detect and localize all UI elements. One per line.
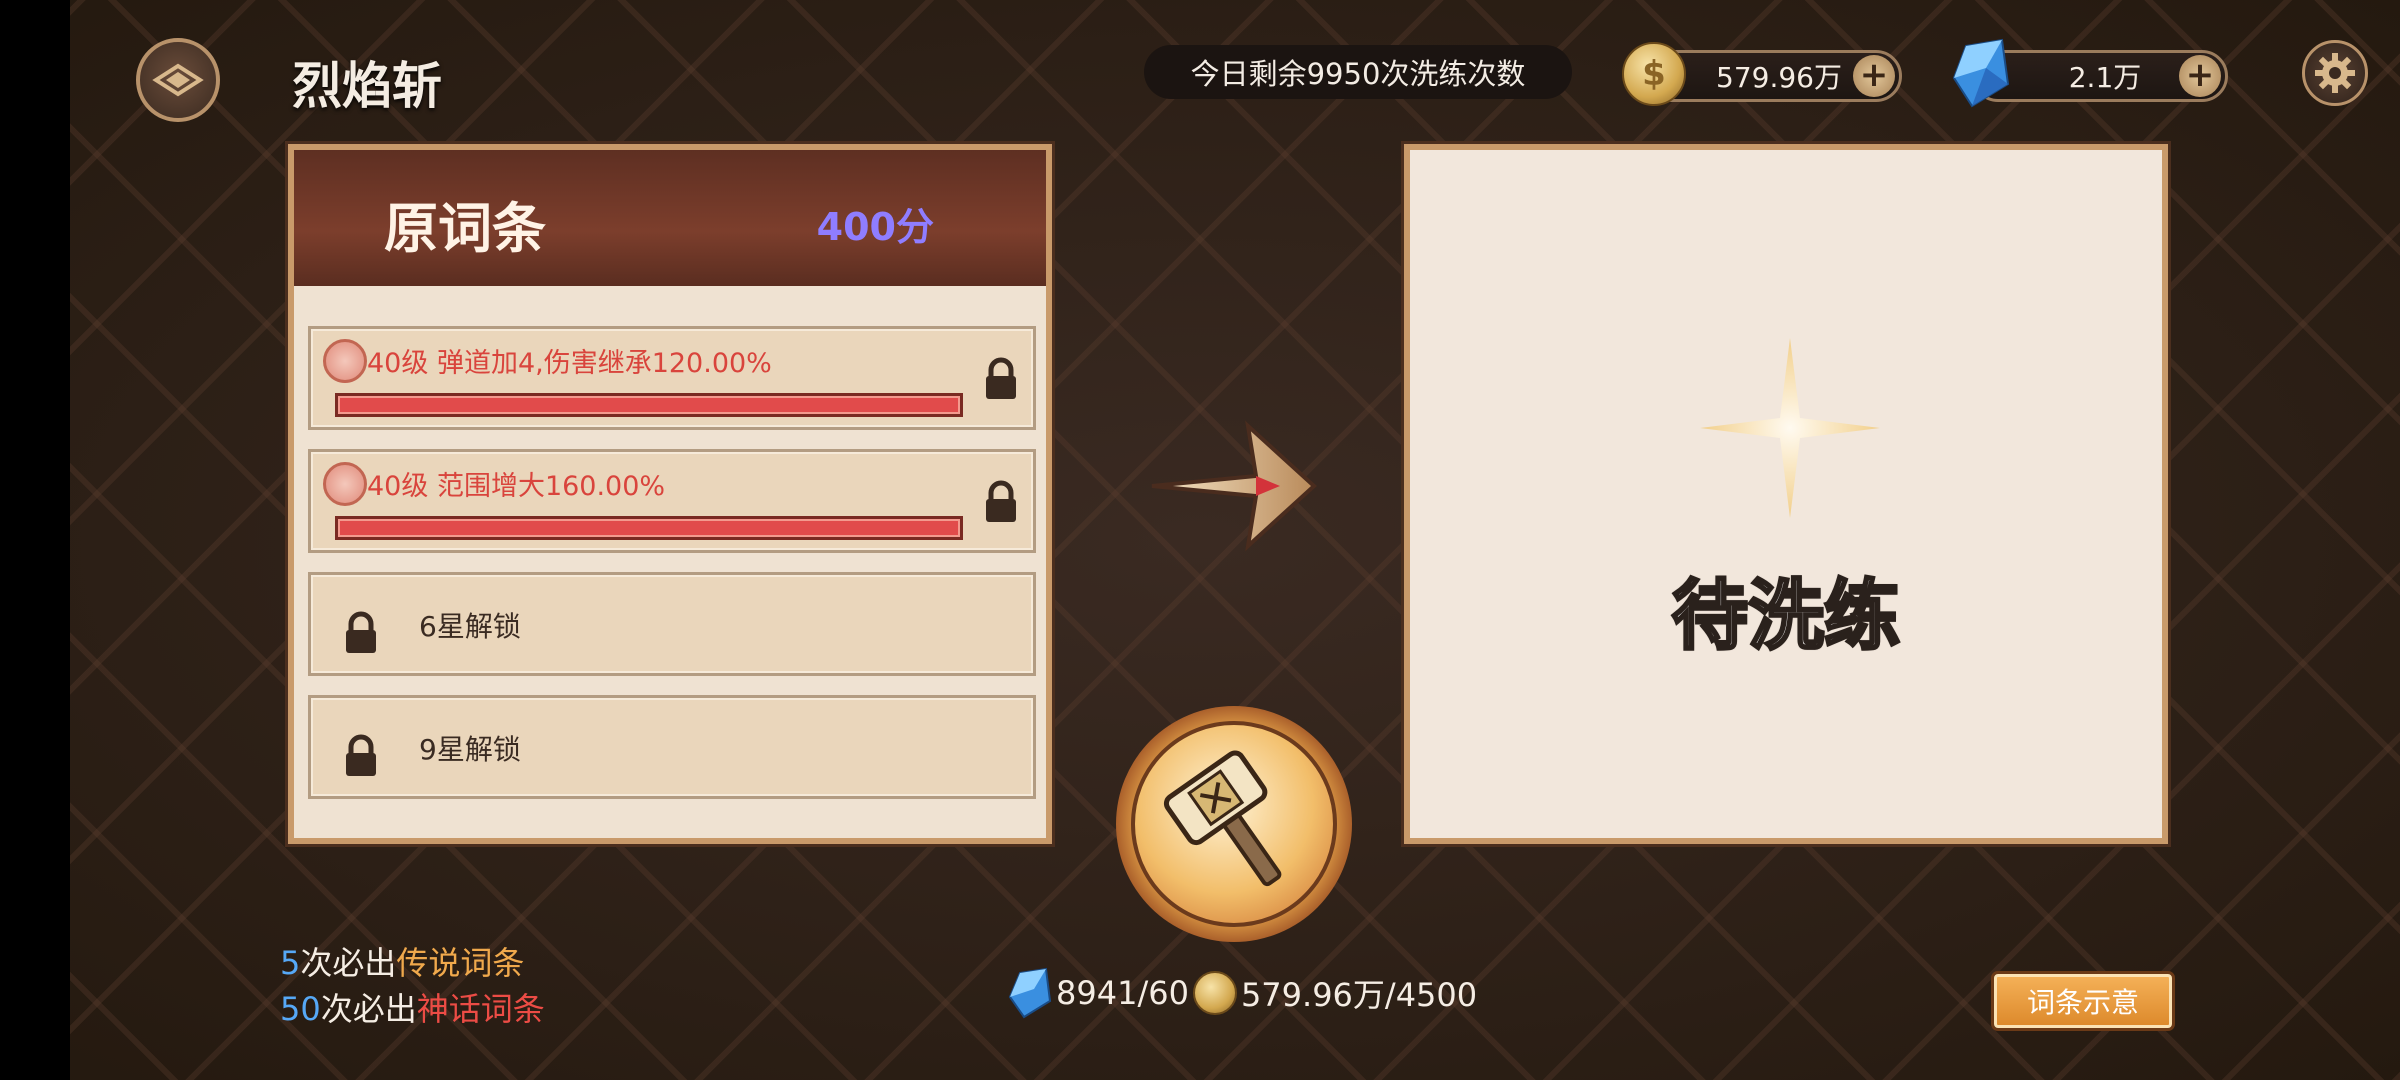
affix-progress-bar — [335, 516, 963, 540]
gem-icon — [1952, 38, 2010, 108]
myth-pity-count: 50 — [280, 990, 321, 1028]
myth-guarantee-text: 50次必出神话词条 — [280, 984, 545, 1030]
unlock-condition: 9星解锁 — [419, 733, 521, 766]
affix-description: 40级 弹道加4,伤害继承120.00% — [367, 348, 772, 379]
affix-row-2[interactable]: 40级 范围增大160.00% — [308, 449, 1036, 553]
affix-row-4-locked: 9星解锁 — [308, 695, 1036, 799]
hammer-icon — [1163, 750, 1282, 887]
affix-score: 400分 — [816, 205, 934, 249]
affix-row-1[interactable]: 40级 弹道加4,伤害继承120.00% — [308, 326, 1036, 430]
lock-icon[interactable] — [983, 480, 1019, 524]
legend-pity-count: 5 — [280, 944, 301, 982]
lock-icon — [346, 611, 376, 653]
refine-button[interactable] — [1116, 706, 1352, 942]
refine-cost: 8941/60 579.96万/4500 — [1008, 966, 1477, 1020]
gem-currency-bar: 2.1万 + — [1972, 50, 2228, 102]
coin-icon — [1192, 971, 1237, 1015]
guarantee-phrase: 次必出 — [300, 944, 397, 982]
refine-result-panel: 待洗练 — [1404, 144, 2168, 844]
gem-amount: 2.1万 — [2068, 61, 2142, 94]
affix-quality-badge-icon — [323, 339, 367, 383]
original-affix-title: 原词条 — [384, 197, 546, 260]
affix-description: 40级 范围增大160.00% — [367, 471, 666, 502]
affix-quality-badge-icon — [323, 462, 367, 506]
pending-refine-label: 待洗练 — [1671, 570, 1902, 662]
original-affix-header: 原词条 400分 — [294, 150, 1046, 286]
daily-refine-count: 今日剩余9950次洗练次数 — [1144, 45, 1572, 99]
back-icon — [152, 63, 204, 97]
unlock-condition: 6星解锁 — [419, 610, 521, 643]
gem-icon — [1008, 967, 1052, 1019]
affix-progress-bar — [335, 393, 963, 417]
back-button[interactable] — [136, 38, 220, 122]
coin-cost: 579.96万/4500 — [1240, 976, 1478, 1014]
original-affix-panel: 原词条 400分 40级 弹道加4,伤害继承120.00% 40级 范围增大16… — [288, 144, 1052, 844]
lock-icon — [346, 734, 376, 776]
affix-list: 40级 弹道加4,伤害继承120.00% 40级 范围增大160.00% 6星解… — [294, 286, 1046, 838]
affix-preview-button[interactable]: 词条示意 — [1994, 974, 2172, 1028]
guarantee-phrase: 次必出 — [320, 990, 417, 1028]
coin-icon: $ — [1622, 42, 1686, 106]
settings-button[interactable] — [2302, 40, 2368, 106]
legend-guarantee-text: 5次必出传说词条 — [280, 938, 524, 984]
affix-row-3-locked: 6星解锁 — [308, 572, 1036, 676]
add-gem-button[interactable]: + — [2179, 55, 2221, 97]
myth-tier: 神话词条 — [416, 990, 545, 1028]
lock-icon[interactable] — [983, 357, 1019, 401]
arrow-right-icon — [1151, 420, 1317, 552]
skill-title: 烈焰斩 — [292, 57, 442, 115]
legend-tier: 传说词条 — [396, 944, 525, 982]
add-coin-button[interactable]: + — [1853, 55, 1895, 97]
sparkle-icon — [1700, 338, 1880, 518]
gem-cost: 8941/60 — [1056, 974, 1189, 1012]
gear-icon — [2315, 53, 2355, 93]
left-edge-bar — [0, 0, 70, 1080]
coin-amount: 579.96万 — [1716, 61, 1842, 94]
